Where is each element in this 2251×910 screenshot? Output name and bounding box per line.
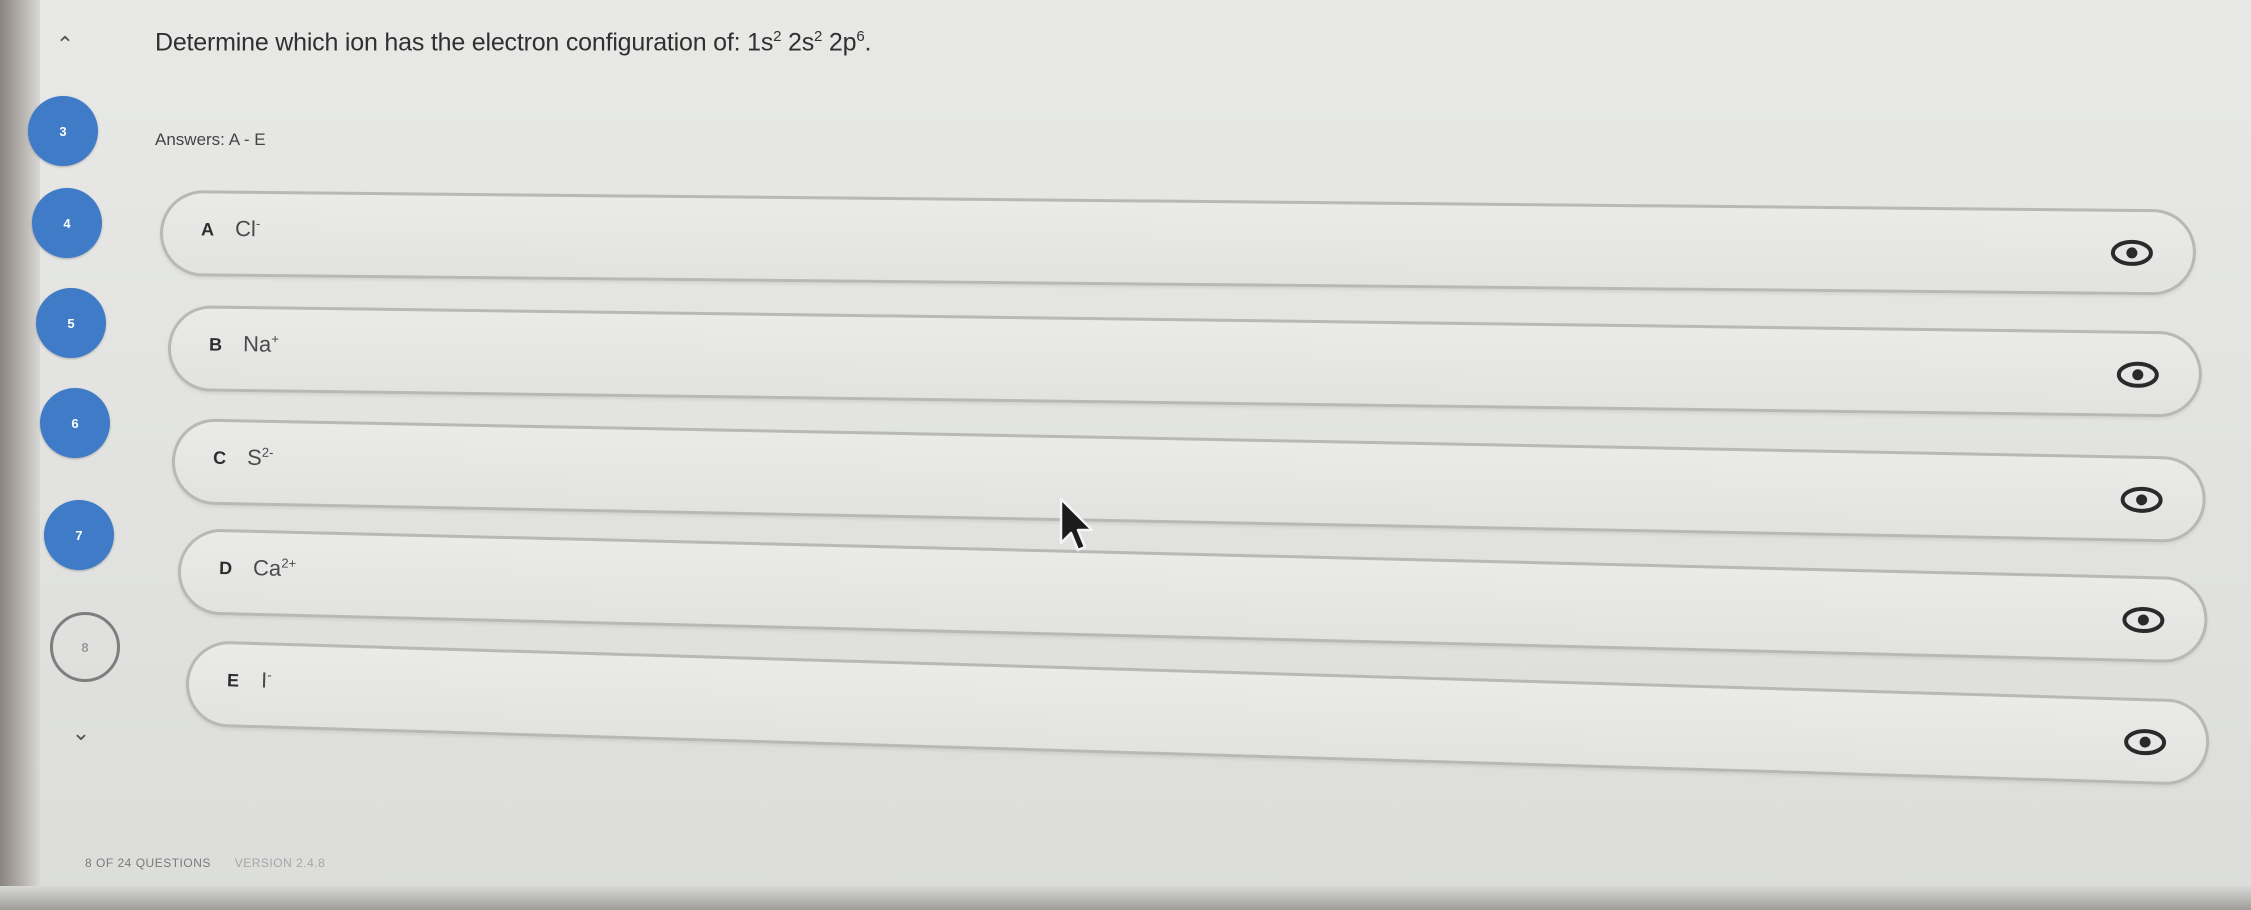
footer-status: 8 OF 24 QUESTIONS VERSION 2.4.8 xyxy=(85,856,325,870)
option-letter: D xyxy=(218,558,233,579)
eye-icon[interactable] xyxy=(2122,726,2169,757)
question-progress: 8 OF 24 QUESTIONS xyxy=(85,856,211,870)
mouse-pointer-icon xyxy=(1059,497,1094,552)
option-letter: E xyxy=(226,670,240,691)
version-label: VERSION 2.4.8 xyxy=(234,856,326,870)
option-text: Na+ xyxy=(242,331,279,357)
question-nav-label: 5 xyxy=(67,315,75,331)
question-nav-3[interactable]: 3 xyxy=(28,96,98,166)
eye-icon[interactable] xyxy=(2118,484,2165,515)
option-letter: A xyxy=(200,219,215,240)
option-text: Ca2+ xyxy=(252,555,297,581)
question-text: Determine which ion has the electron con… xyxy=(155,28,872,57)
question-nav-6[interactable]: 6 xyxy=(40,388,110,458)
question-nav-4[interactable]: 4 xyxy=(32,188,102,258)
question-nav-label: 7 xyxy=(75,527,83,543)
option-text: S2- xyxy=(246,444,274,471)
question-nav-7[interactable]: 7 xyxy=(44,500,114,570)
option-letter: B xyxy=(208,334,223,355)
option-text: Cl- xyxy=(234,215,261,242)
eye-icon[interactable] xyxy=(2115,359,2161,390)
question-navigator: ⌃ 3 4 5 6 7 8 ⌄ xyxy=(28,30,120,750)
screen: ⌃ 3 4 5 6 7 8 ⌄ Determine which ion has … xyxy=(0,0,2251,910)
question-nav-5[interactable]: 5 xyxy=(36,288,106,358)
screen-bezel-bottom xyxy=(0,886,2251,910)
answer-option-b[interactable]: B Na+ xyxy=(167,305,2203,418)
answer-option-c[interactable]: C S2- xyxy=(171,418,2207,544)
chevron-down-icon[interactable]: ⌄ xyxy=(66,718,96,748)
question-nav-8[interactable]: 8 xyxy=(50,612,120,682)
answers-range: Answers: A - E xyxy=(155,130,266,149)
option-letter: C xyxy=(212,447,227,469)
chevron-up-icon[interactable]: ⌃ xyxy=(50,30,80,60)
question-nav-label: 3 xyxy=(59,123,67,139)
answer-option-e[interactable]: E I- xyxy=(184,640,2211,787)
question-nav-label: 4 xyxy=(63,215,71,231)
question-nav-label: 8 xyxy=(81,639,89,655)
eye-icon[interactable] xyxy=(2120,604,2167,635)
option-text: I- xyxy=(260,667,272,693)
eye-icon[interactable] xyxy=(2109,238,2155,268)
question-nav-label: 6 xyxy=(71,415,79,431)
answer-option-d[interactable]: D Ca2+ xyxy=(176,528,2209,664)
answer-option-a[interactable]: A Cl- xyxy=(159,190,2197,296)
